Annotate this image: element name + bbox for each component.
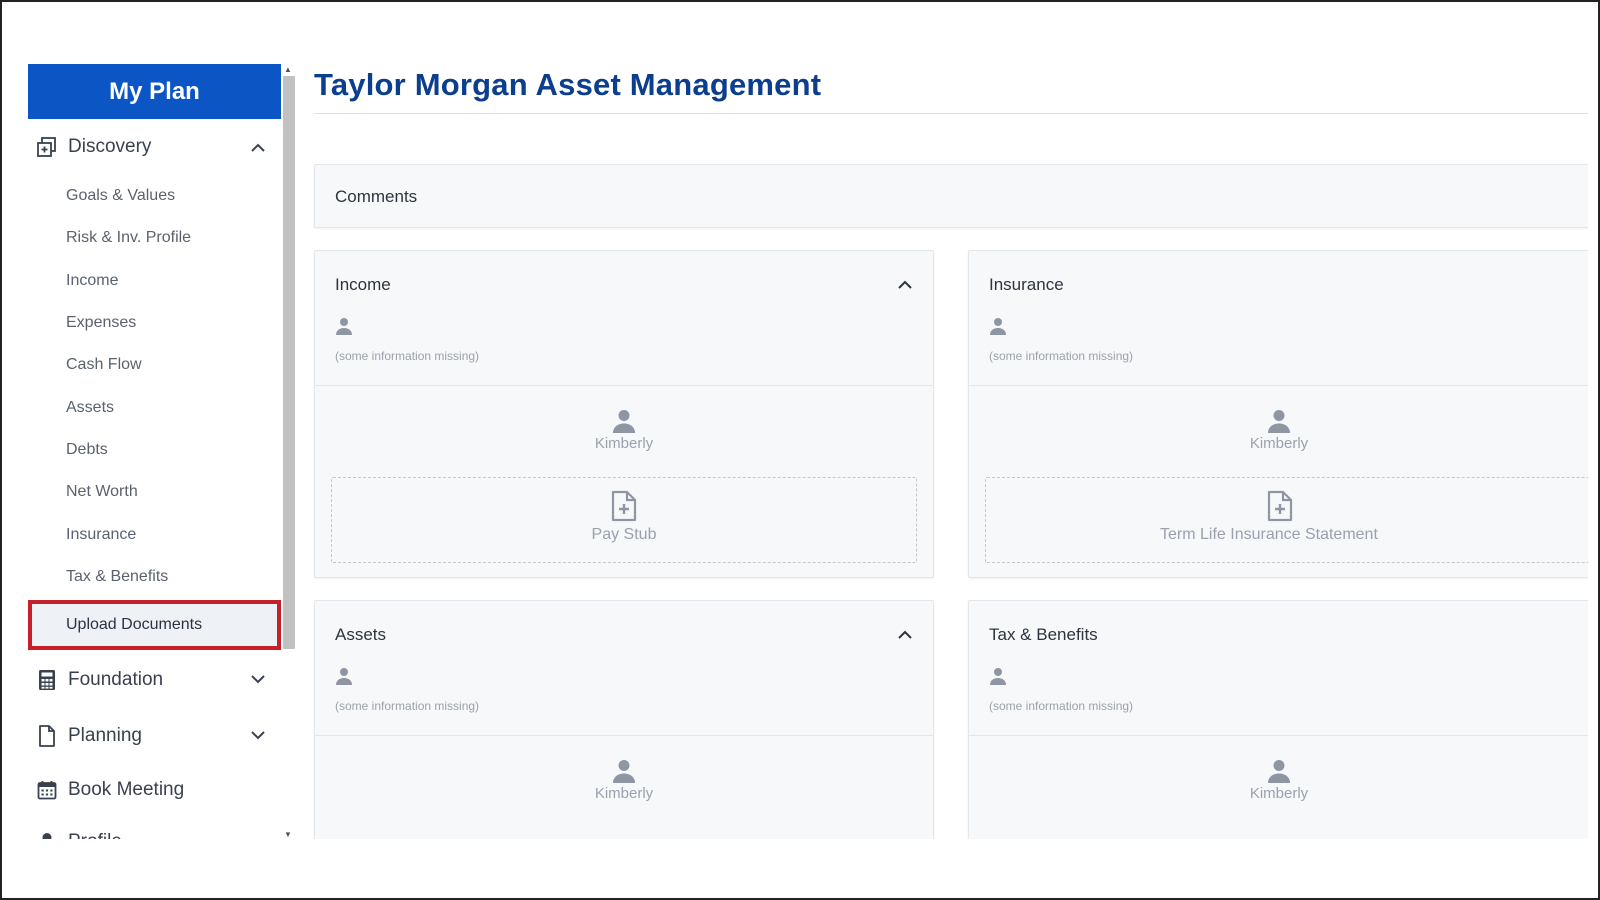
upload-pay-stub[interactable]: Pay Stub bbox=[331, 477, 917, 563]
tax-benefits-card: Tax & Benefits (some information missing… bbox=[968, 600, 1588, 839]
person-icon bbox=[990, 318, 1006, 335]
card-title: Assets bbox=[335, 625, 387, 644]
person-icon bbox=[336, 668, 352, 685]
sidebar-item-tax-benefits[interactable]: Tax & Benefits bbox=[28, 556, 281, 598]
card-divider bbox=[315, 735, 933, 736]
member-name: Kimberly bbox=[594, 435, 654, 452]
person-icon bbox=[1268, 410, 1290, 433]
card-title: Insurance bbox=[989, 275, 1064, 294]
member-kimberly: Kimberly bbox=[315, 409, 933, 452]
member-name: Kimberly bbox=[1249, 435, 1309, 452]
document-label: Pay Stub bbox=[591, 526, 657, 543]
sidebar-scrollbar[interactable]: ▲ ▼ bbox=[281, 64, 295, 839]
sidebar: My Plan Discovery Goals & Values Risk & … bbox=[28, 64, 281, 839]
main-content: Taylor Morgan Asset Management Comments … bbox=[298, 64, 1588, 839]
profile-label: Profile bbox=[68, 831, 122, 839]
calendar-icon bbox=[36, 779, 58, 801]
chevron-down-icon[interactable] bbox=[249, 671, 267, 689]
chevron-up-icon[interactable] bbox=[249, 138, 267, 156]
assets-card: Assets (some information missing) Kimber… bbox=[314, 600, 934, 839]
card-title: Tax & Benefits bbox=[989, 625, 1098, 644]
sidebar-item-debts[interactable]: Debts bbox=[28, 429, 281, 471]
member-name: Kimberly bbox=[594, 785, 654, 802]
scroll-down-arrow-icon[interactable]: ▼ bbox=[283, 829, 293, 839]
foundation-label: Foundation bbox=[68, 668, 164, 690]
sidebar-item-assets[interactable]: Assets bbox=[28, 386, 281, 428]
document-icon bbox=[36, 725, 58, 747]
page-title: Taylor Morgan Asset Management bbox=[314, 67, 822, 102]
upload-term-life-statement[interactable]: Term Life Insurance Statement bbox=[985, 477, 1588, 563]
title-divider bbox=[314, 113, 1588, 114]
discovery-icon bbox=[36, 136, 58, 158]
add-file-icon bbox=[1267, 490, 1293, 522]
sidebar-item-insurance[interactable]: Insurance bbox=[28, 513, 281, 555]
comments-panel[interactable]: Comments bbox=[314, 164, 1588, 228]
missing-info-note: (some information missing) bbox=[989, 349, 1134, 363]
missing-info-note: (some information missing) bbox=[989, 699, 1134, 713]
discovery-label: Discovery bbox=[68, 136, 152, 157]
nav-section-discovery[interactable]: Discovery bbox=[28, 119, 281, 175]
card-divider bbox=[969, 385, 1588, 386]
my-plan-header[interactable]: My Plan bbox=[28, 64, 281, 119]
scrollbar-thumb[interactable] bbox=[283, 76, 295, 649]
person-icon bbox=[336, 318, 352, 335]
add-file-icon bbox=[611, 490, 637, 522]
missing-info-note: (some information missing) bbox=[335, 699, 480, 713]
member-kimberly: Kimberly bbox=[315, 759, 933, 802]
calculator-icon bbox=[36, 669, 58, 691]
missing-info-note: (some information missing) bbox=[335, 349, 480, 363]
insurance-card: Insurance (some information missing) Kim… bbox=[968, 250, 1588, 578]
person-icon bbox=[1268, 760, 1290, 783]
comments-title: Comments bbox=[335, 187, 418, 206]
member-kimberly: Kimberly bbox=[969, 409, 1588, 452]
nav-book-meeting[interactable]: Book Meeting bbox=[28, 764, 281, 816]
member-name: Kimberly bbox=[1249, 785, 1309, 802]
person-icon bbox=[613, 760, 635, 783]
card-divider bbox=[315, 385, 933, 386]
user-icon bbox=[36, 831, 58, 839]
card-title: Income bbox=[335, 275, 391, 294]
sidebar-item-upload-documents[interactable]: Upload Documents bbox=[28, 599, 281, 650]
scroll-up-arrow-icon[interactable]: ▲ bbox=[283, 64, 293, 74]
nav-profile[interactable]: Profile bbox=[28, 816, 281, 839]
sidebar-item-risk-profile[interactable]: Risk & Inv. Profile bbox=[28, 217, 281, 259]
book-meeting-label: Book Meeting bbox=[68, 778, 185, 800]
planning-label: Planning bbox=[68, 724, 142, 746]
nav-section-foundation[interactable]: Foundation bbox=[28, 652, 281, 708]
sidebar-item-goals-values[interactable]: Goals & Values bbox=[28, 175, 281, 217]
person-icon bbox=[613, 410, 635, 433]
app-window: My Plan Discovery Goals & Values Risk & … bbox=[0, 0, 1600, 900]
sidebar-item-cash-flow[interactable]: Cash Flow bbox=[28, 344, 281, 386]
sidebar-item-income[interactable]: Income bbox=[28, 260, 281, 302]
chevron-up-icon[interactable] bbox=[897, 277, 913, 293]
person-icon bbox=[990, 668, 1006, 685]
document-label: Term Life Insurance Statement bbox=[1160, 526, 1378, 543]
sidebar-item-net-worth[interactable]: Net Worth bbox=[28, 471, 281, 513]
sidebar-item-expenses[interactable]: Expenses bbox=[28, 302, 281, 344]
chevron-down-icon[interactable] bbox=[249, 727, 267, 745]
card-divider bbox=[969, 735, 1588, 736]
nav-section-planning[interactable]: Planning bbox=[28, 708, 281, 764]
income-card: Income (some information missing) Kimber… bbox=[314, 250, 934, 578]
chevron-up-icon[interactable] bbox=[897, 627, 913, 643]
member-kimberly: Kimberly bbox=[969, 759, 1588, 802]
